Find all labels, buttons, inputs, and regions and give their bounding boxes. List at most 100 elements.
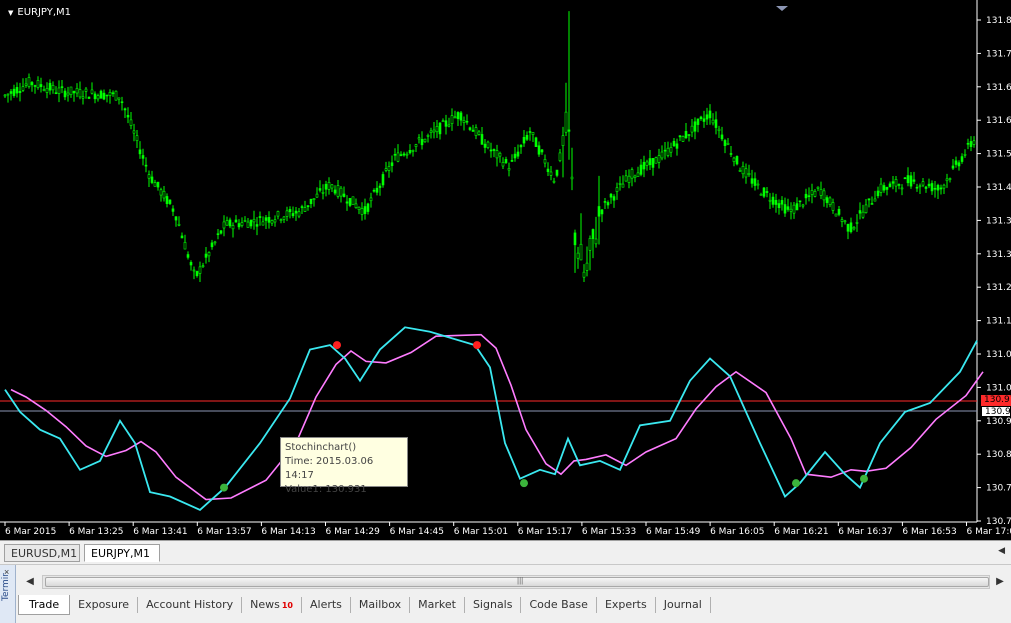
- tab-alerts[interactable]: Alerts: [302, 597, 351, 613]
- candle-body: [525, 135, 529, 140]
- tab-signals[interactable]: Signals: [465, 597, 522, 613]
- candle-body: [651, 158, 655, 168]
- candle-body: [822, 190, 826, 201]
- candle-body: [108, 92, 112, 96]
- candle-body: [657, 155, 661, 163]
- candle-body: [294, 210, 298, 214]
- terminal-side-label: Termir: [1, 573, 11, 602]
- candle-body: [444, 120, 448, 127]
- candle-body: [864, 204, 868, 213]
- candle-body: [150, 176, 154, 183]
- candle-body: [840, 219, 844, 222]
- scrollbar-thumb[interactable]: |||: [45, 576, 989, 587]
- candle-body: [60, 86, 64, 88]
- candle-body: [291, 213, 295, 217]
- candle-body: [915, 186, 919, 189]
- candle-body: [414, 144, 418, 147]
- sell-signal-dot: [473, 341, 481, 350]
- candle-body: [12, 88, 16, 96]
- candle-body: [18, 90, 22, 93]
- tab-exposure[interactable]: Exposure: [70, 597, 139, 613]
- candle-body: [606, 202, 610, 206]
- candle-body: [237, 223, 241, 228]
- candle-body: [600, 209, 604, 215]
- candle-body: [768, 199, 772, 202]
- candle-body: [645, 161, 649, 166]
- candle-body: [6, 93, 10, 96]
- candle-body: [420, 139, 424, 146]
- candle-body: [15, 87, 19, 94]
- tab-code-base[interactable]: Code Base: [521, 597, 597, 613]
- chart-area[interactable]: 131.83 131.75 131.68 131.60 131.53 131.45 131.…: [0, 0, 1011, 540]
- tab-market[interactable]: Market: [410, 597, 465, 613]
- candle-body: [192, 269, 196, 272]
- tab-experts[interactable]: Experts: [597, 597, 656, 613]
- buy-signal-dot: [520, 479, 528, 488]
- candle-body: [624, 175, 628, 182]
- candle-body: [789, 208, 793, 212]
- candle-body: [684, 131, 688, 139]
- candle-body: [501, 162, 505, 167]
- candle-body: [390, 162, 394, 166]
- candle-body: [384, 168, 388, 171]
- candle-body: [924, 186, 928, 189]
- candle-body: [741, 166, 745, 175]
- candle-body: [105, 94, 109, 97]
- candle-body: [846, 223, 850, 232]
- candle-body: [33, 85, 37, 87]
- chart-tab-eurjpy[interactable]: EURJPY,M1: [84, 544, 160, 562]
- horizontal-scrollbar[interactable]: ◀ ||| ▶: [22, 571, 1007, 593]
- tooltip-value: Value1: 130.931: [285, 484, 367, 495]
- candle-body: [612, 196, 616, 201]
- candle-body: [357, 206, 361, 210]
- candle-body: [813, 190, 817, 197]
- price-axis-label: 130.85: [986, 450, 1011, 460]
- tab-mailbox[interactable]: Mailbox: [351, 597, 411, 613]
- candle-body: [84, 88, 88, 92]
- tab-journal[interactable]: Journal: [656, 597, 711, 613]
- candle-body: [336, 185, 340, 197]
- scroll-right-icon[interactable]: ▶: [992, 574, 1008, 590]
- scrollbar-track[interactable]: |||: [42, 575, 990, 589]
- candle-body: [111, 92, 115, 95]
- candle-body: [492, 149, 496, 151]
- candle-body: [267, 217, 271, 223]
- candle-body: [819, 189, 823, 196]
- tab-scroll-left-icon[interactable]: ◀: [998, 545, 1005, 556]
- candle-body: [681, 136, 685, 142]
- candle-body: [210, 242, 214, 248]
- candle-body: [936, 184, 940, 191]
- candle-body: [810, 190, 814, 195]
- candle-body: [807, 195, 811, 197]
- candle-body: [621, 183, 625, 188]
- tab-news[interactable]: News 10: [242, 597, 302, 613]
- candle-body: [579, 243, 583, 261]
- tab-trade[interactable]: Trade: [18, 595, 71, 615]
- candle-body: [114, 90, 118, 101]
- candle-body: [285, 210, 289, 217]
- candle-body: [9, 91, 13, 94]
- chart-symbol-label: EURJPY,M1: [17, 7, 72, 18]
- candle-body: [261, 221, 265, 226]
- candle-body: [756, 183, 760, 186]
- candle-body: [81, 96, 85, 99]
- candle-body: [909, 175, 913, 187]
- candle-body: [297, 211, 301, 217]
- price-axis-label: 131.45: [986, 183, 1011, 193]
- candle-body: [75, 88, 79, 94]
- chart-tab-eurusd[interactable]: EURUSD,M1: [4, 544, 80, 562]
- candle-body: [264, 217, 268, 221]
- tab-account-history[interactable]: Account History: [138, 597, 243, 613]
- candle-body: [780, 200, 784, 205]
- candle-body: [699, 116, 703, 120]
- candle-body: [456, 112, 460, 120]
- candle-body: [459, 112, 463, 121]
- price-axis-label: 131.68: [986, 83, 1011, 93]
- candle-body: [153, 182, 157, 187]
- candle-body: [363, 206, 367, 214]
- price-chart[interactable]: 131.83 131.75 131.68 131.60 131.53 131.45 131.…: [0, 0, 1011, 540]
- news-count-badge: 10: [281, 601, 293, 610]
- scroll-left-icon[interactable]: ◀: [22, 574, 38, 590]
- candle-body: [87, 96, 91, 99]
- candle-body: [483, 143, 487, 148]
